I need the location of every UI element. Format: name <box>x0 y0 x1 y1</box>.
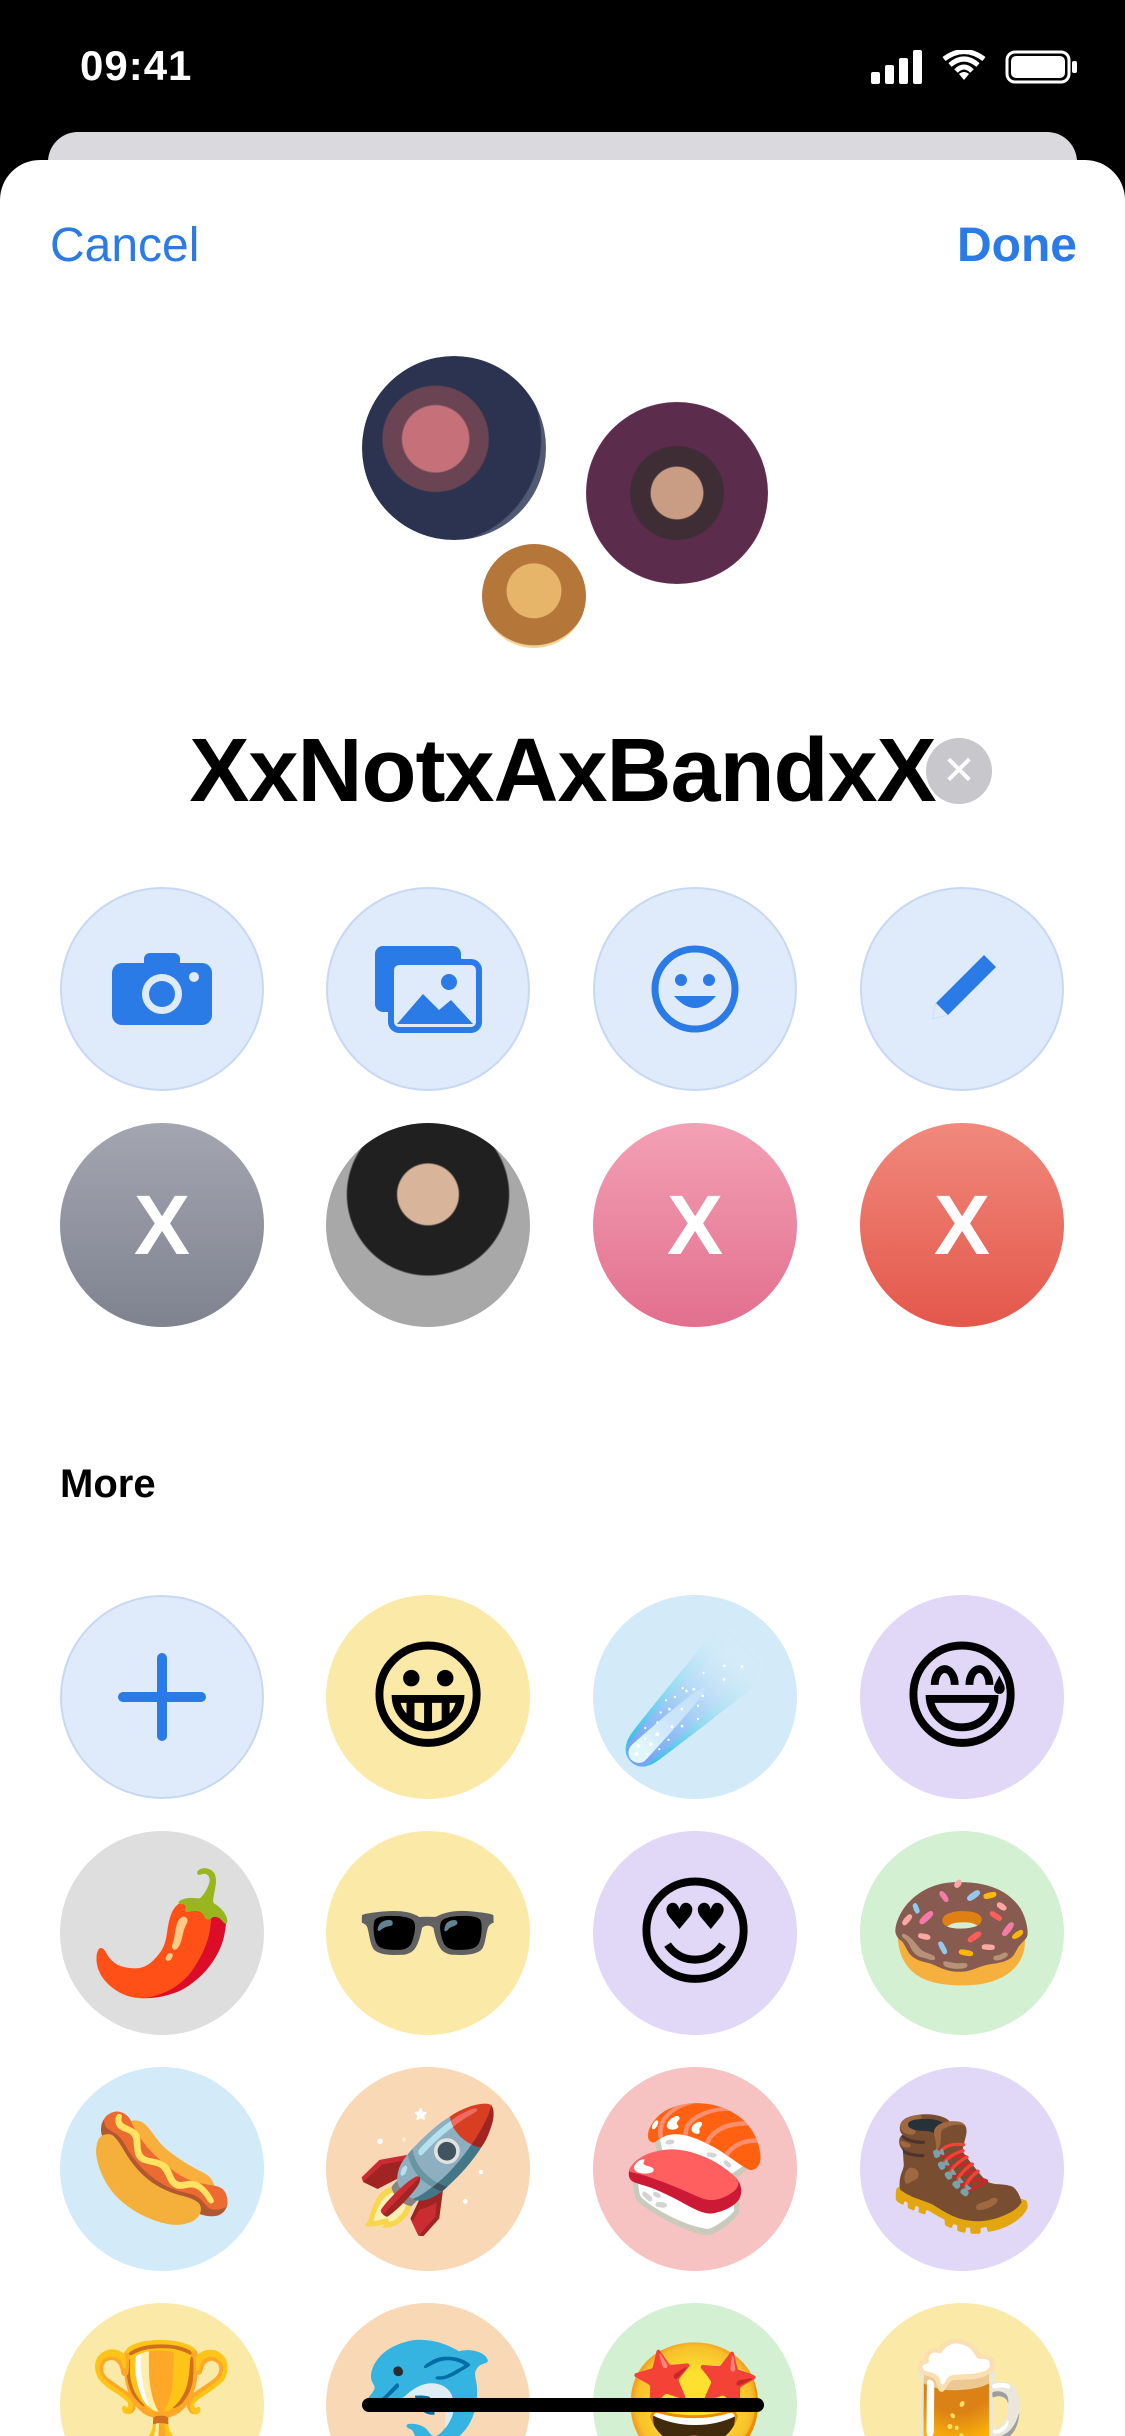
emoji-option[interactable]: 🏆 <box>60 2303 264 2436</box>
sunglasses-icon: 🕶️ <box>353 1866 503 2000</box>
emoji-option[interactable]: 😅 <box>860 1595 1064 1799</box>
emoji-option[interactable]: 🤩 <box>593 2303 797 2436</box>
emoji-option[interactable]: 😍 <box>593 1831 797 2035</box>
emoji-option[interactable]: 🚀 <box>326 2067 530 2271</box>
emoji-option[interactable]: 🍺 <box>860 2303 1064 2436</box>
doughnut-icon: 🍩 <box>887 1866 1037 2000</box>
hot-dog-icon: 🌭 <box>87 2102 237 2236</box>
emoji-option[interactable]: 🕶️ <box>326 1831 530 2035</box>
group-name-field[interactable]: XxNotxAxBandxX <box>189 721 936 821</box>
grinning-face-icon: 😀 <box>365 1630 491 1764</box>
star-struck-icon: 🤩 <box>620 2338 770 2436</box>
camera-button[interactable] <box>60 887 264 1091</box>
status-bar: 09:41 <box>0 0 1125 150</box>
battery-icon <box>1005 50 1077 84</box>
more-section-title: More <box>60 1462 156 1506</box>
pencil-icon <box>932 955 996 1019</box>
emoji-button[interactable] <box>593 887 797 1091</box>
monogram-pink[interactable]: X <box>593 1123 797 1327</box>
member-avatar-2 <box>586 402 768 584</box>
trophy-icon: 🏆 <box>87 2338 237 2436</box>
hiking-boot-icon: 🥾 <box>887 2102 1037 2236</box>
emoji-option[interactable]: 🥾 <box>860 2067 1064 2271</box>
member-avatar-3 <box>482 544 586 648</box>
camera-icon <box>112 953 212 1025</box>
home-indicator[interactable] <box>362 2398 764 2412</box>
emoji-option[interactable]: 😀 <box>326 1595 530 1799</box>
edit-button[interactable] <box>860 887 1064 1091</box>
wifi-icon <box>942 50 986 80</box>
status-icons <box>871 50 1079 84</box>
sweat-smile-icon: 😅 <box>899 1630 1025 1764</box>
band-photo[interactable] <box>326 1123 530 1327</box>
emoji-option[interactable]: 🍩 <box>860 1831 1064 2035</box>
emoji-option[interactable]: 🌭 <box>60 2067 264 2271</box>
cellular-signal-icon <box>871 50 922 84</box>
status-time: 09:41 <box>80 42 193 89</box>
plus-icon <box>118 1653 206 1741</box>
emoji-option[interactable]: 🐬 <box>326 2303 530 2436</box>
monogram-letter: X <box>666 1177 724 1272</box>
done-button[interactable]: Done <box>957 218 1077 273</box>
monogram-gray[interactable]: X <box>60 1123 264 1327</box>
sushi-icon: 🍣 <box>620 2102 770 2236</box>
comet-icon: ☄️ <box>620 1630 770 1764</box>
photos-button[interactable] <box>326 887 530 1091</box>
beer-mug-icon: 🍺 <box>887 2338 1037 2436</box>
emoji-option[interactable]: 🍣 <box>593 2067 797 2271</box>
add-button[interactable] <box>60 1595 264 1799</box>
chili-pepper-icon: 🌶️ <box>87 1866 237 2000</box>
rocket-icon: 🚀 <box>353 2102 503 2236</box>
dolphin-icon: 🐬 <box>353 2338 503 2436</box>
clear-name-button[interactable]: ✕ <box>926 738 992 804</box>
photos-icon <box>375 946 482 1033</box>
emoji-option[interactable]: ☄️ <box>593 1595 797 1799</box>
cancel-button[interactable]: Cancel <box>50 218 199 273</box>
emoji-option[interactable]: 🌶️ <box>60 1831 264 2035</box>
monogram-letter: X <box>933 1177 991 1272</box>
heart-eyes-icon: 😍 <box>632 1866 758 2000</box>
monogram-red[interactable]: X <box>860 1123 1064 1327</box>
monogram-letter: X <box>133 1177 191 1272</box>
smiley-icon <box>651 945 739 1033</box>
group-info-sheet: Cancel Done XxNotxAxBandxX ✕ X X X More … <box>0 160 1125 2436</box>
member-avatar-1 <box>362 356 546 540</box>
